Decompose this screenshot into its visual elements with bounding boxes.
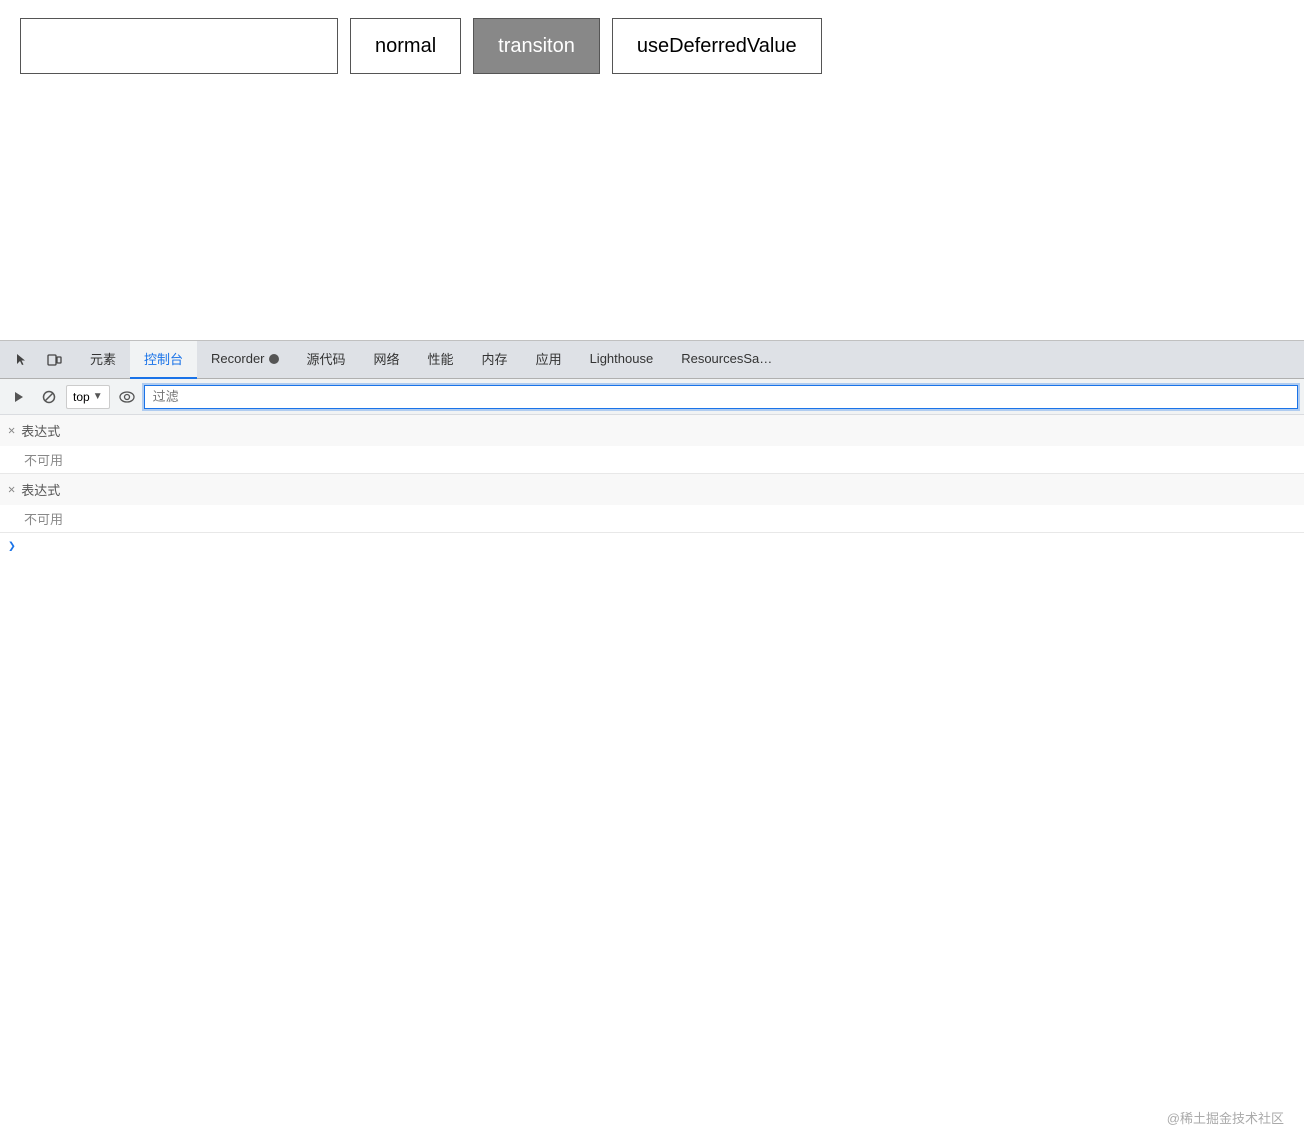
expression-group-1: ✕ 表达式 不可用 xyxy=(0,415,1304,474)
eye-icon[interactable] xyxy=(114,384,140,410)
deferred-button[interactable]: useDeferredValue xyxy=(612,18,822,74)
devtools-tab-bar: 元素 控制台 Recorder 源代码 网络 性能 内存 应用 Lighthou… xyxy=(0,341,1304,379)
console-input-row: ❯ xyxy=(0,533,1304,560)
expression-group-2: ✕ 表达式 不可用 xyxy=(0,474,1304,533)
console-toolbar: top ▼ xyxy=(0,379,1304,415)
tab-performance[interactable]: 性能 xyxy=(414,341,468,379)
console-prompt-icon[interactable]: ❯ xyxy=(8,539,16,554)
expression-label-1: 表达式 xyxy=(21,421,60,440)
transition-button[interactable]: transiton xyxy=(473,18,600,74)
expression-row-2: ✕ 表达式 xyxy=(0,474,1304,505)
tab-resources[interactable]: ResourcesSa… xyxy=(667,341,786,379)
devtools-panel: 元素 控制台 Recorder 源代码 网络 性能 内存 应用 Lighthou… xyxy=(0,340,1304,1147)
expression-close-2[interactable]: ✕ xyxy=(8,482,15,497)
recorder-dot-icon xyxy=(269,354,279,364)
expression-close-1[interactable]: ✕ xyxy=(8,423,15,438)
play-icon[interactable] xyxy=(6,384,32,410)
tab-memory[interactable]: 内存 xyxy=(468,341,522,379)
search-input[interactable] xyxy=(20,18,338,74)
tab-lighthouse[interactable]: Lighthouse xyxy=(576,341,668,379)
inspect-element-icon[interactable] xyxy=(8,346,36,374)
expression-value-2: 不可用 xyxy=(0,505,1304,532)
expression-row-1: ✕ 表达式 xyxy=(0,415,1304,446)
chevron-down-icon: ▼ xyxy=(93,391,103,402)
tab-elements[interactable]: 元素 xyxy=(76,341,130,379)
tab-console[interactable]: 控制台 xyxy=(130,341,197,379)
console-content: ✕ 表达式 不可用 ✕ 表达式 不可用 ❯ xyxy=(0,415,1304,1147)
context-selector[interactable]: top ▼ xyxy=(66,385,110,409)
device-toolbar-icon[interactable] xyxy=(40,346,68,374)
block-icon[interactable] xyxy=(36,384,62,410)
tab-recorder[interactable]: Recorder xyxy=(197,341,292,379)
tab-sources[interactable]: 源代码 xyxy=(293,341,360,379)
normal-button[interactable]: normal xyxy=(350,18,461,74)
toolbar-icons xyxy=(8,346,68,374)
filter-input[interactable] xyxy=(144,385,1298,409)
expression-value-1: 不可用 xyxy=(0,446,1304,473)
app-area: normal transiton useDeferredValue xyxy=(0,0,1304,340)
tab-application[interactable]: 应用 xyxy=(522,341,576,379)
watermark: @稀土掘金技术社区 xyxy=(1167,1108,1284,1127)
context-label: top xyxy=(73,390,90,404)
expression-label-2: 表达式 xyxy=(21,480,60,499)
tab-network[interactable]: 网络 xyxy=(360,341,414,379)
